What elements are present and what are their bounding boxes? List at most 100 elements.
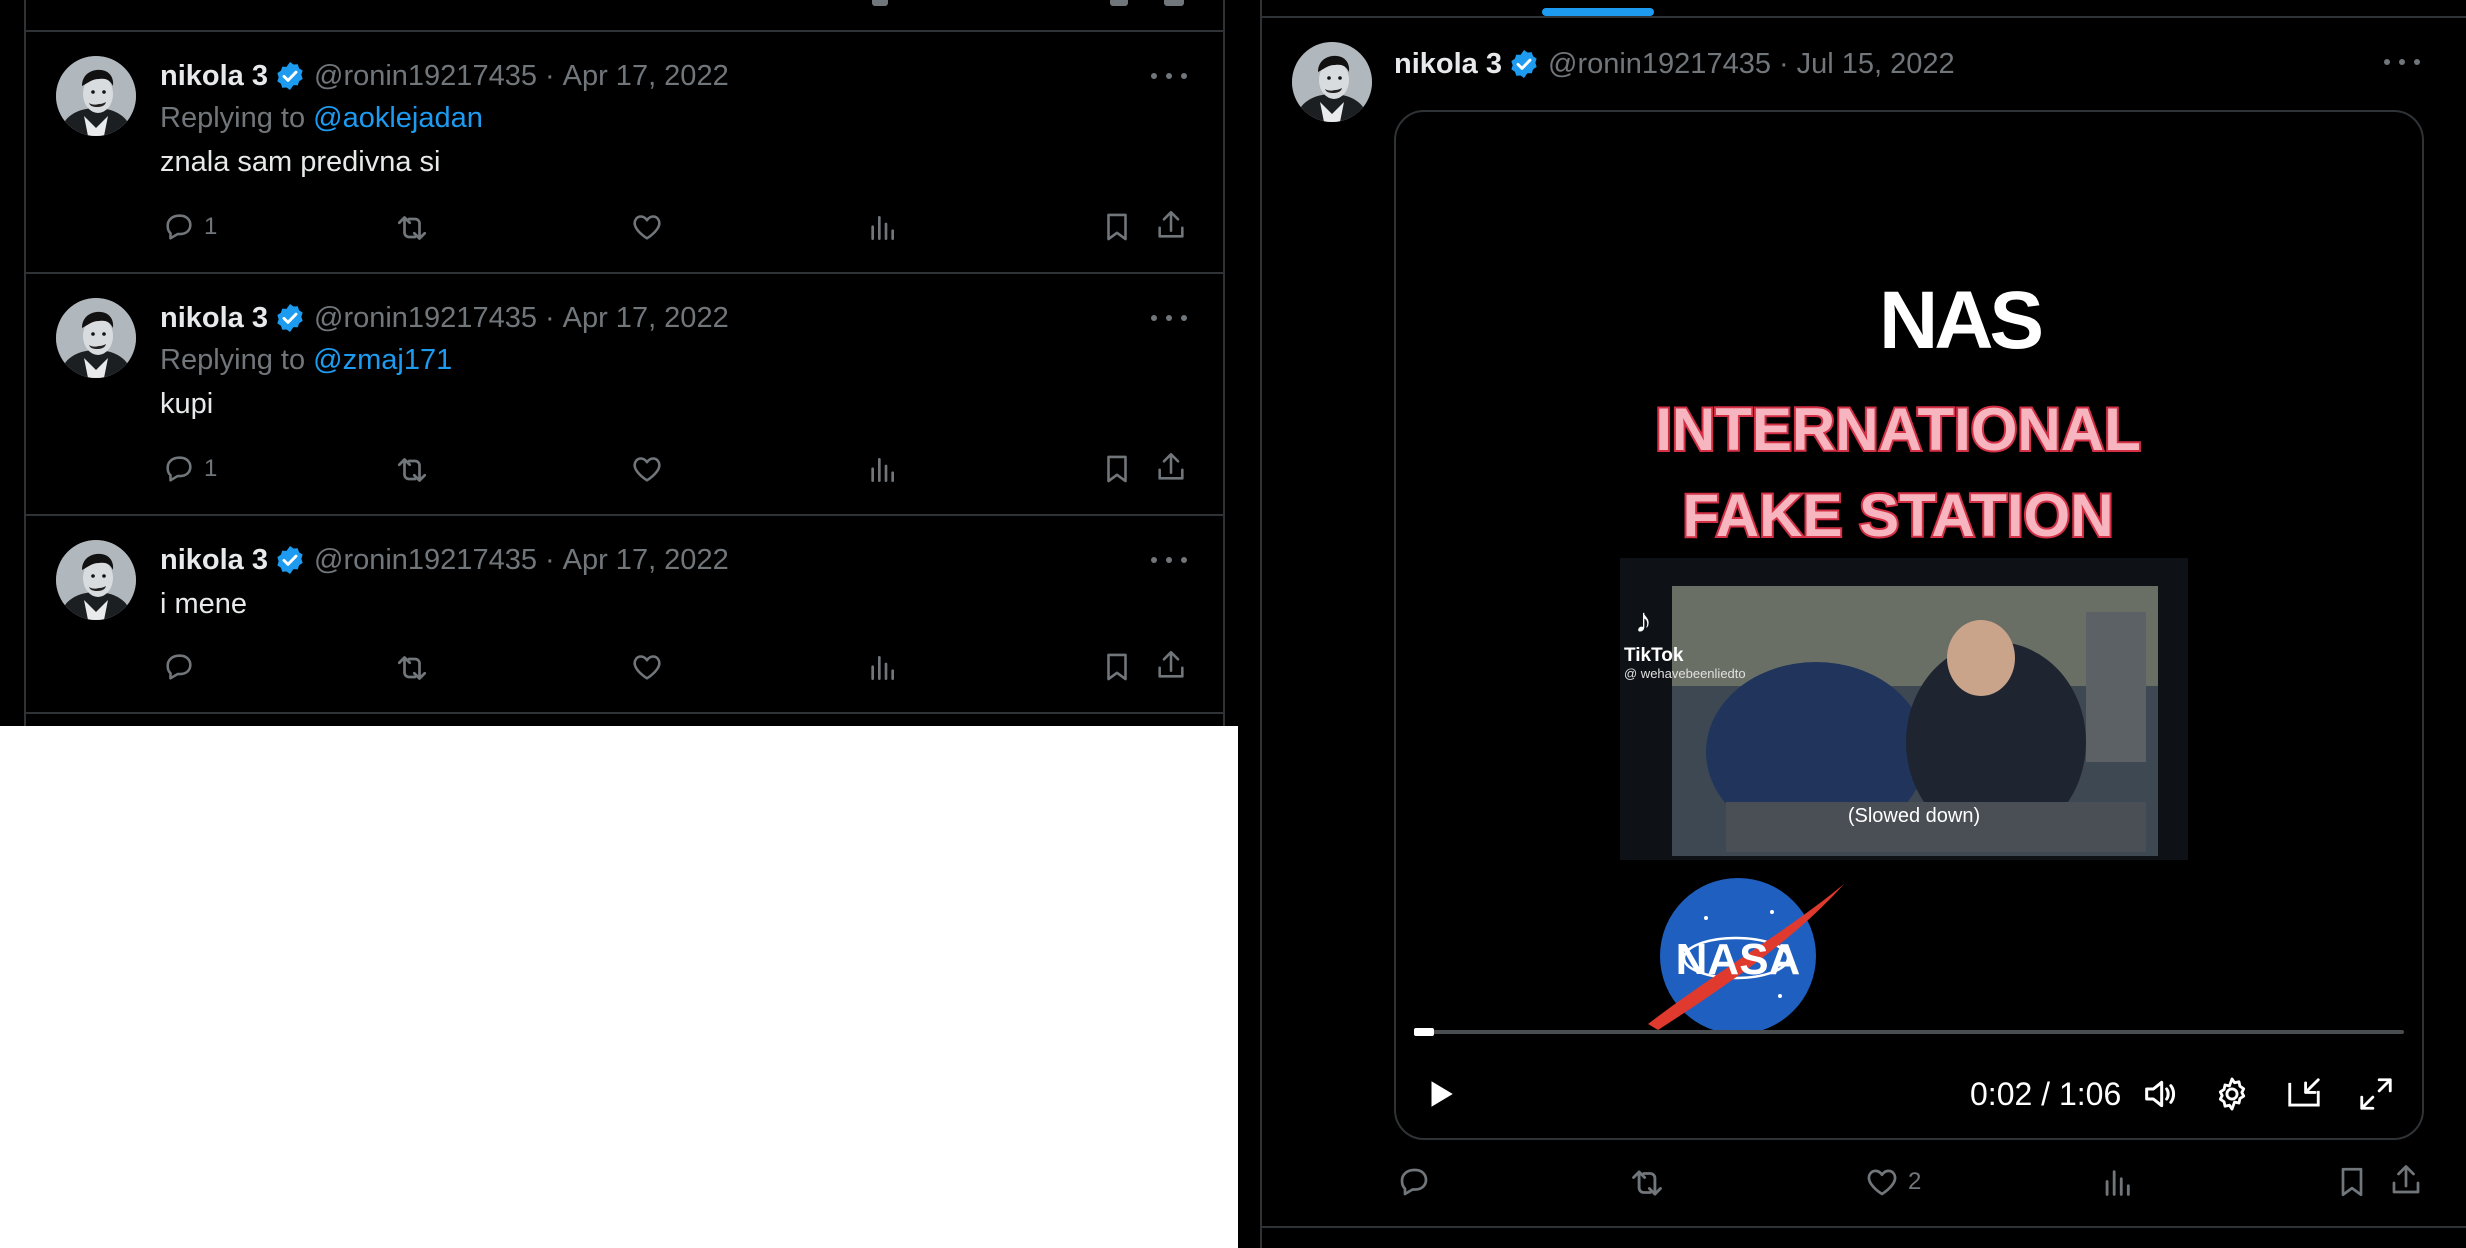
verified-badge-icon	[274, 544, 306, 576]
fullscreen-icon[interactable]	[2354, 1074, 2398, 1114]
display-name[interactable]: nikola 3	[160, 60, 268, 93]
nasa-text: NASA	[1676, 935, 1801, 984]
active-tab-indicator	[1542, 8, 1654, 16]
tweet-date[interactable]: Jul 15, 2022	[1797, 48, 1955, 81]
play-icon[interactable]	[1420, 1074, 1460, 1114]
tweet-header: nikola 3 @ronin19217435 · Apr 17, 2022	[160, 540, 729, 580]
retweet-icon	[394, 650, 430, 686]
user-handle[interactable]: @ronin19217435	[314, 544, 537, 577]
verified-badge-icon	[274, 60, 306, 92]
more-icon[interactable]	[1151, 66, 1187, 86]
share-icon	[2388, 1162, 2424, 1198]
retweet-icon	[1628, 1164, 1666, 1202]
bookmark-button[interactable]	[2334, 1164, 2370, 1200]
divider	[24, 30, 1223, 32]
reply-mention-link[interactable]: @aoklejadan	[313, 102, 483, 134]
tweet-date[interactable]: Apr 17, 2022	[563, 60, 729, 93]
like-count: 2	[1908, 1168, 1922, 1195]
reply-context: Replying to @zmaj171	[160, 344, 452, 377]
retweet-button[interactable]	[394, 210, 430, 246]
display-name[interactable]: nikola 3	[1394, 48, 1502, 81]
views-icon	[866, 212, 898, 244]
bookmark-button[interactable]	[1100, 650, 1134, 684]
video-progress-fill	[1414, 1028, 1434, 1036]
retweet-button[interactable]	[394, 650, 430, 686]
share-button[interactable]	[1154, 450, 1188, 484]
like-button[interactable]	[630, 650, 664, 684]
bookmark-button[interactable]	[1100, 452, 1134, 486]
reply-button[interactable]	[162, 650, 196, 684]
share-button[interactable]	[2388, 1162, 2424, 1198]
divider	[1260, 16, 2466, 18]
tweet-date[interactable]: Apr 17, 2022	[563, 302, 729, 335]
views-icon	[2100, 1166, 2134, 1200]
like-icon	[630, 452, 664, 486]
more-icon[interactable]	[1151, 550, 1187, 570]
views-button[interactable]	[866, 212, 898, 244]
user-handle[interactable]: @ronin19217435	[314, 302, 537, 335]
tiktok-logo-icon: ♪	[1635, 602, 1652, 640]
verified-badge-icon	[1508, 48, 1540, 80]
previous-tweet-action-remnant	[1164, 0, 1184, 6]
views-button[interactable]	[2100, 1166, 2134, 1200]
bookmark-icon	[1100, 452, 1134, 486]
video-title-line1: INTERNATIONAL	[1655, 396, 2141, 463]
display-name[interactable]: nikola 3	[160, 302, 268, 335]
video-player[interactable]: NAS INTERNATIONAL FAKE STATION ♪ TikTok …	[1394, 110, 2424, 1140]
divider	[24, 272, 1223, 274]
share-button[interactable]	[1154, 648, 1188, 682]
views-button[interactable]	[866, 652, 898, 684]
verified-badge-icon	[274, 302, 306, 334]
video-progress-bar[interactable]	[1414, 1030, 2404, 1034]
like-button[interactable]	[630, 452, 664, 486]
reply-button[interactable]: 1	[162, 210, 217, 244]
bookmark-button[interactable]	[1100, 210, 1134, 244]
more-icon[interactable]	[2384, 52, 2420, 72]
reply-mention-link[interactable]: @zmaj171	[313, 344, 452, 376]
reply-context: Replying to @aoklejadan	[160, 102, 483, 135]
more-icon[interactable]	[1151, 308, 1187, 328]
video-logo-text: NAS	[1879, 275, 2041, 366]
nasa-logo-icon: NASA	[1648, 878, 1844, 1034]
separator-dot: ·	[544, 301, 555, 334]
user-handle[interactable]: @ronin19217435	[314, 60, 537, 93]
divider	[24, 712, 1223, 714]
previous-tweet-action-remnant	[872, 0, 888, 6]
reply-button[interactable]: 1	[162, 452, 217, 486]
settings-icon[interactable]	[2210, 1074, 2254, 1114]
retweet-button[interactable]	[1628, 1164, 1666, 1202]
tweet-header: nikola 3 @ronin19217435 · Apr 17, 2022	[160, 56, 729, 96]
share-icon	[1154, 648, 1188, 682]
like-button[interactable]	[630, 210, 664, 244]
share-icon	[1154, 208, 1188, 242]
tweet-date[interactable]: Apr 17, 2022	[563, 544, 729, 577]
avatar[interactable]	[56, 540, 136, 620]
avatar[interactable]	[1292, 42, 1372, 122]
reply-button[interactable]	[1396, 1164, 1432, 1200]
avatar[interactable]	[56, 56, 136, 136]
display-name[interactable]: nikola 3	[160, 544, 268, 577]
like-icon	[630, 210, 664, 244]
like-icon	[1864, 1164, 1900, 1200]
video-time: 0:02 / 1:06	[1970, 1076, 2122, 1112]
pip-icon[interactable]	[2282, 1074, 2326, 1114]
share-icon	[1154, 450, 1188, 484]
reply-icon	[162, 210, 196, 244]
retweet-button[interactable]	[394, 452, 430, 488]
share-button[interactable]	[1154, 208, 1188, 242]
avatar[interactable]	[56, 298, 136, 378]
video-frame[interactable]: NAS INTERNATIONAL FAKE STATION ♪ TikTok …	[1396, 112, 2422, 1138]
separator-dot: ·	[544, 59, 555, 92]
retweet-icon	[394, 452, 430, 488]
divider	[24, 514, 1223, 516]
views-icon	[866, 652, 898, 684]
tiktok-label: TikTok	[1624, 645, 1684, 666]
user-handle[interactable]: @ronin19217435	[1548, 48, 1771, 81]
volume-icon[interactable]	[2138, 1074, 2182, 1114]
like-button[interactable]: 2	[1864, 1164, 1921, 1200]
bookmark-icon	[2334, 1164, 2370, 1200]
bookmark-icon	[1100, 210, 1134, 244]
views-button[interactable]	[866, 454, 898, 486]
tweet-text: kupi	[160, 388, 214, 420]
tweet-header: nikola 3 @ronin19217435 · Jul 15, 2022	[1394, 44, 1955, 84]
